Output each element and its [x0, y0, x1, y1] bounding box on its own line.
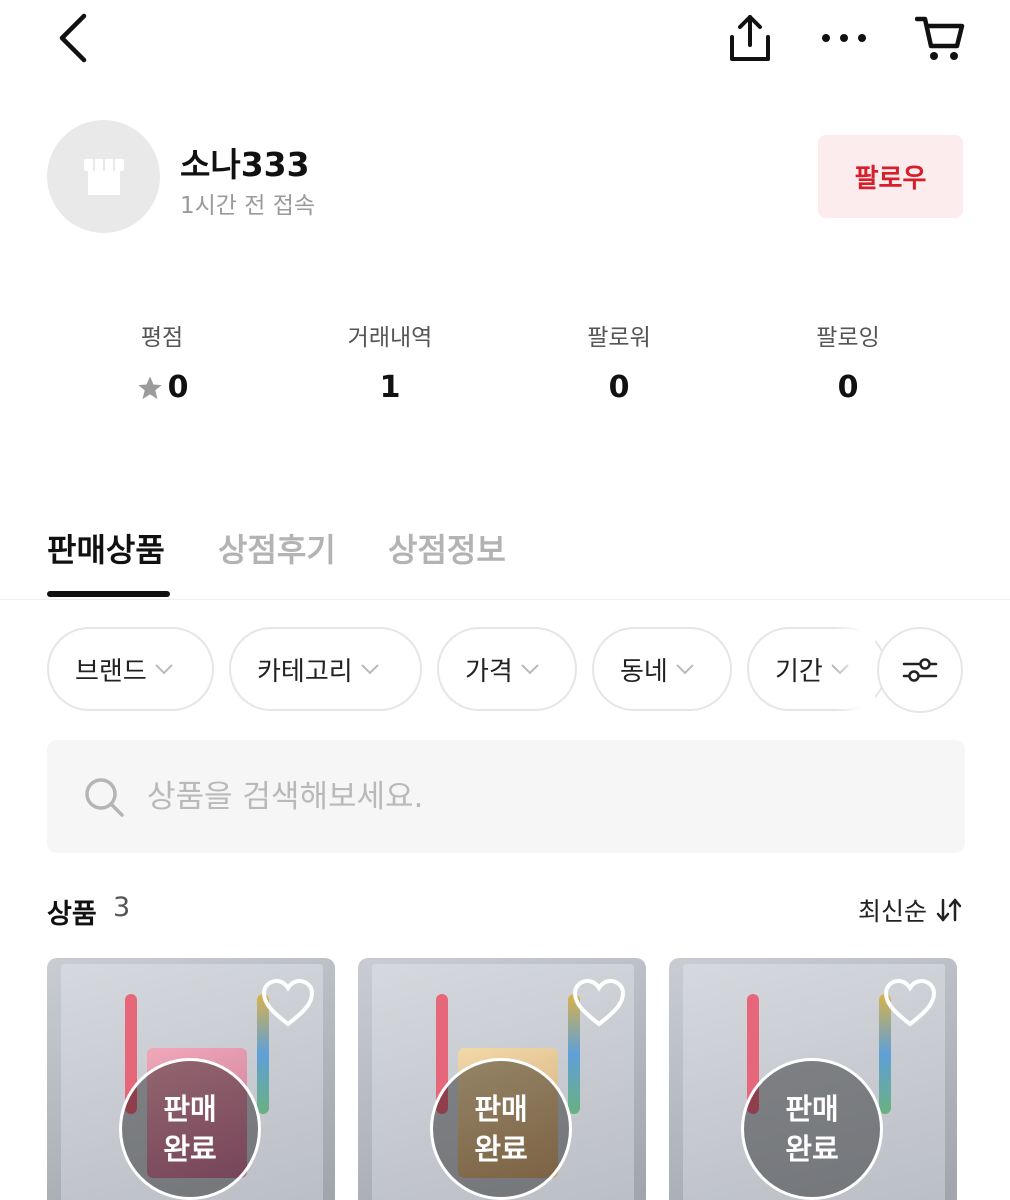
filter-category[interactable]: 카테고리 [229, 627, 422, 711]
tab-products[interactable]: 판매상품 [47, 525, 165, 571]
filter-label: 가격 [465, 656, 513, 687]
filter-label: 동네 [620, 656, 668, 687]
chevron-down-icon [521, 664, 539, 675]
tab-shop-info[interactable]: 상점정보 [388, 525, 506, 571]
product-card[interactable]: 판매 완료 [669, 958, 957, 1200]
sliders-icon [902, 658, 938, 682]
heart-icon[interactable] [883, 978, 937, 1028]
filter-label: 기간 [775, 656, 823, 687]
share-button[interactable] [718, 8, 782, 68]
product-search-bar[interactable] [47, 740, 965, 853]
store-icon [83, 158, 124, 195]
sold-out-badge: 판매 완료 [119, 1058, 261, 1200]
filter-settings-button[interactable] [877, 627, 963, 713]
chevron-down-icon [360, 664, 379, 675]
products-count: 3 [113, 892, 131, 923]
avatar [47, 120, 160, 233]
active-tab-indicator [47, 591, 170, 597]
stat-transactions[interactable]: 거래내역 1 [290, 318, 490, 405]
stat-label: 거래내역 [347, 325, 433, 351]
stat-followers[interactable]: 팔로워 0 [519, 318, 719, 405]
filter-label: 브랜드 [75, 656, 147, 687]
search-input[interactable] [147, 778, 927, 815]
back-button[interactable] [44, 8, 100, 68]
follow-button[interactable]: 팔로우 [818, 135, 963, 218]
product-grid: 판매 완료 판매 완료 판매 완료 [0, 958, 1010, 1200]
sort-button[interactable]: 최신순 [858, 892, 963, 928]
chevron-down-icon [155, 664, 173, 675]
shop-profile: 소나333 1시간 전 접속 팔로우 [0, 110, 1010, 240]
more-button[interactable] [812, 8, 876, 68]
shop-tabs: 판매상품 상점후기 상점정보 [0, 515, 1010, 600]
sold-out-badge: 판매 완료 [430, 1058, 572, 1200]
cart-icon [915, 16, 965, 60]
back-arrow-icon [59, 13, 87, 63]
filter-scroll-fade [835, 627, 875, 711]
share-icon [730, 15, 770, 61]
stat-value: 0 [837, 370, 859, 405]
product-card[interactable]: 판매 완료 [47, 958, 335, 1200]
tab-reviews[interactable]: 상점후기 [218, 525, 336, 571]
product-card[interactable]: 판매 완료 [358, 958, 646, 1200]
heart-icon[interactable] [572, 978, 626, 1028]
filter-bar: 브랜드 카테고리 가격 동네 기간 [0, 627, 1010, 713]
stat-label: 팔로워 [587, 325, 651, 351]
top-bar [0, 0, 1010, 80]
stat-rating[interactable]: 평점 0 [62, 318, 262, 405]
products-title: 상품 [47, 899, 97, 930]
filter-price[interactable]: 가격 [437, 627, 577, 711]
chevron-down-icon [676, 664, 694, 675]
sort-icon [936, 898, 962, 922]
stat-value: 0 [167, 370, 189, 405]
search-icon [83, 776, 125, 818]
stat-value: 0 [608, 370, 630, 405]
more-icon [822, 34, 866, 42]
sold-out-badge: 판매 완료 [741, 1058, 883, 1200]
star-icon [137, 375, 162, 399]
shop-name: 소나333 [180, 145, 310, 184]
filter-label: 카테고리 [257, 656, 353, 687]
stat-label: 평점 [140, 325, 184, 351]
stat-label: 팔로잉 [816, 325, 880, 351]
stat-following[interactable]: 팔로잉 0 [748, 318, 948, 405]
stat-value: 1 [379, 370, 401, 405]
heart-icon[interactable] [261, 978, 315, 1028]
product-list-header: 상품 3 최신순 [47, 890, 963, 934]
cart-button[interactable] [908, 8, 972, 68]
filter-brand[interactable]: 브랜드 [47, 627, 214, 711]
filter-neighborhood[interactable]: 동네 [592, 627, 732, 711]
last-seen-status: 1시간 전 접속 [180, 193, 316, 219]
shop-stats: 평점 0 거래내역 1 팔로워 0 팔로잉 0 [0, 318, 1010, 418]
sort-label: 최신순 [857, 897, 927, 926]
